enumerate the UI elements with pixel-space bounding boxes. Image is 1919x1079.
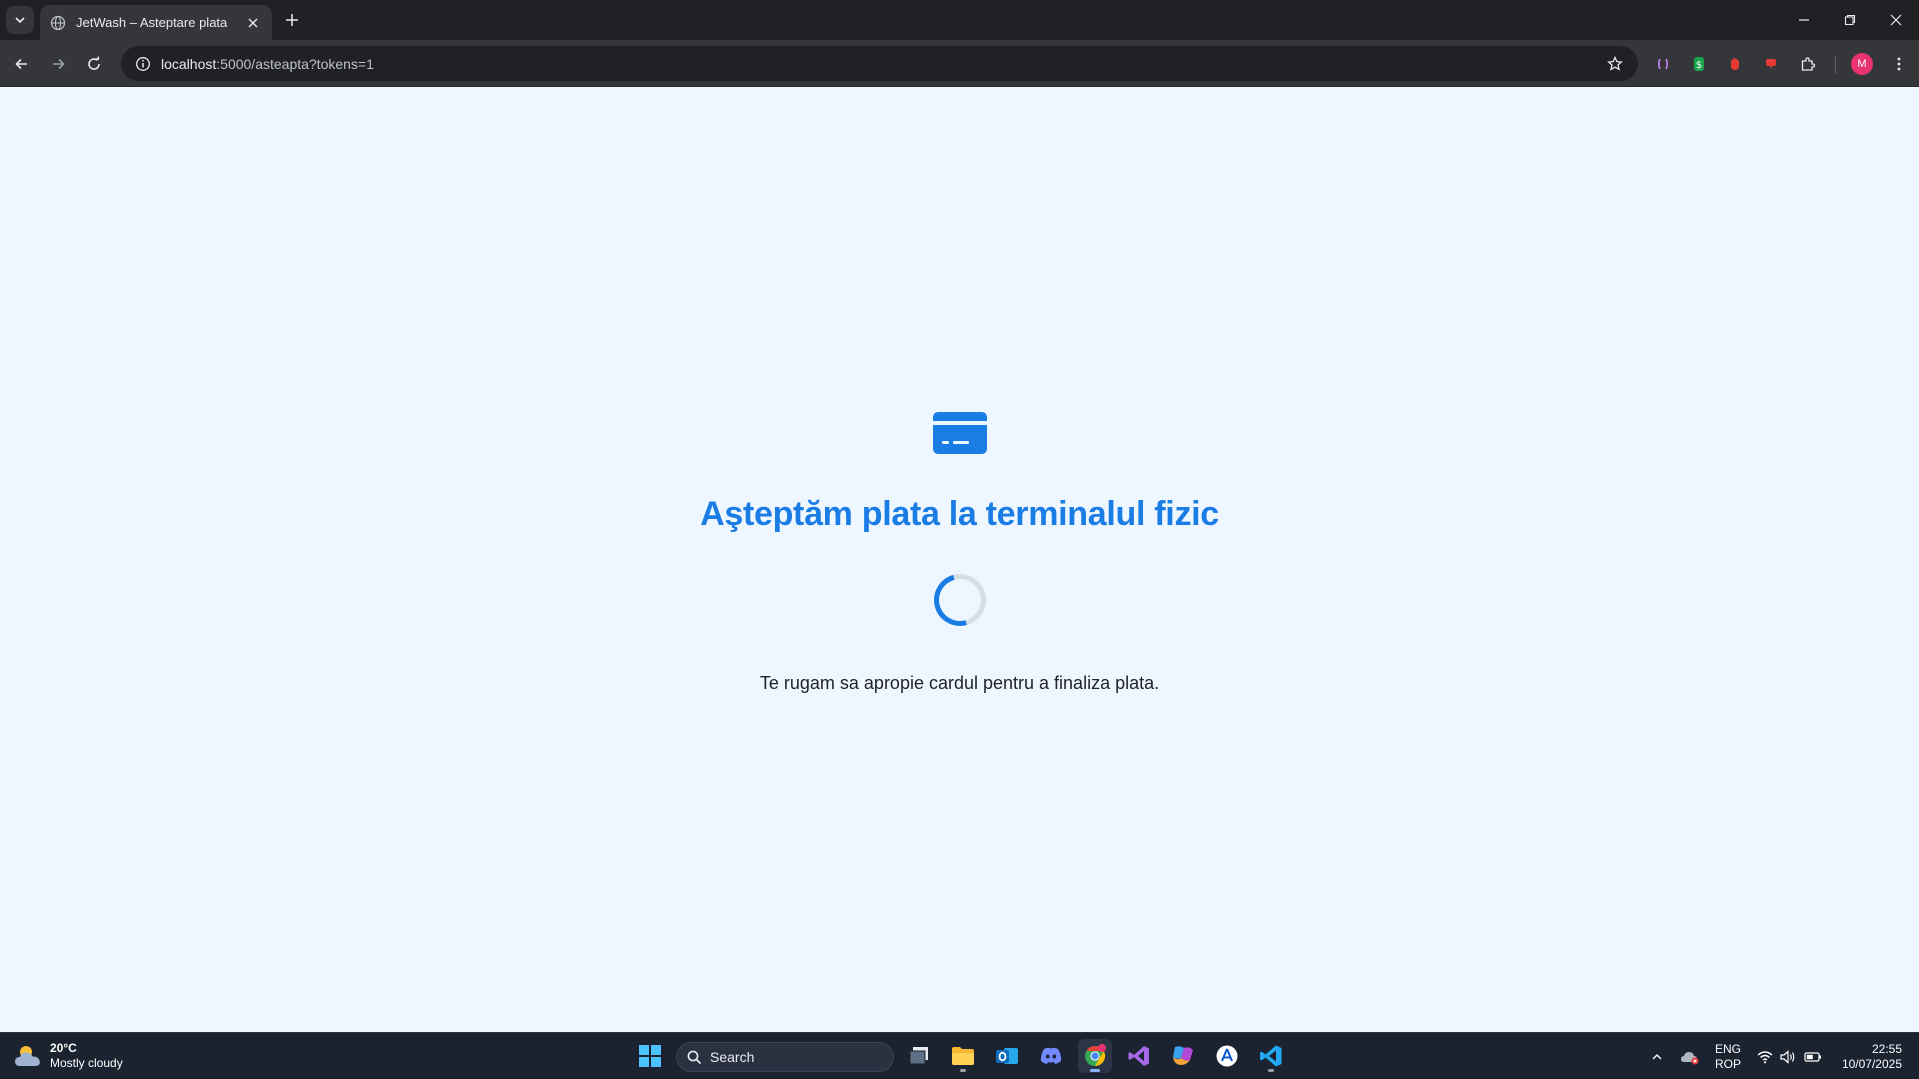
clock-time: 22:55	[1871, 1042, 1902, 1056]
volume-tray-button[interactable]	[1778, 1047, 1798, 1067]
microsoft-365-button[interactable]	[1166, 1039, 1200, 1073]
task-view-button[interactable]	[902, 1039, 936, 1073]
site-info-button[interactable]	[133, 54, 153, 74]
show-hidden-icons-button[interactable]	[1647, 1047, 1667, 1067]
close-window-button[interactable]	[1873, 0, 1919, 40]
toolbar-separator	[1835, 56, 1836, 74]
forward-button[interactable]	[44, 50, 72, 78]
vscode-button[interactable]	[1254, 1039, 1288, 1073]
back-button[interactable]	[8, 50, 36, 78]
discord-icon	[1040, 1047, 1062, 1064]
search-icon	[687, 1050, 702, 1064]
discord-button[interactable]	[1034, 1039, 1068, 1073]
visual-studio-button[interactable]	[1122, 1039, 1156, 1073]
start-button[interactable]	[633, 1039, 667, 1073]
browser-menu-button[interactable]	[1886, 51, 1912, 77]
outlook-icon	[996, 1048, 1018, 1064]
restore-icon	[1844, 14, 1856, 26]
app-running-indicator	[960, 1069, 966, 1072]
visual-studio-icon	[1128, 1046, 1149, 1066]
extension-youtube-button[interactable]	[1758, 51, 1784, 77]
language-code: ENG	[1715, 1042, 1742, 1056]
tab-close-button[interactable]	[244, 14, 262, 32]
windows-taskbar: 20°C Mostly cloudy Search ENG ROP 22:55 …	[0, 1032, 1919, 1079]
onedrive-tray-button[interactable]	[1680, 1047, 1700, 1067]
hand-icon	[1731, 58, 1739, 70]
page-heading: Aşteptăm plata la terminalul fizic	[700, 495, 1219, 533]
app-active-indicator	[1090, 1069, 1100, 1072]
clock-date: 10/07/2025	[1841, 1057, 1902, 1071]
star-icon	[1607, 55, 1623, 71]
globe-icon	[50, 15, 66, 30]
search-label: Search	[710, 1049, 755, 1065]
arrow-left-icon	[15, 58, 27, 70]
app-running-indicator	[1268, 1069, 1274, 1072]
battery-icon	[1804, 1052, 1821, 1062]
speaker-icon	[1780, 1050, 1795, 1064]
reload-icon	[88, 56, 100, 70]
browser-toolbar: localhost:5000/asteapta?tokens=1 $ M	[0, 40, 1919, 87]
taskbar-clock[interactable]: 22:55 10/07/2025	[1830, 1042, 1902, 1072]
extension-hand-button[interactable]	[1722, 51, 1748, 77]
puzzle-icon	[1801, 57, 1816, 71]
dollar-icon: $	[1694, 57, 1704, 71]
profile-avatar[interactable]: M	[1851, 53, 1873, 75]
close-icon	[248, 18, 258, 27]
close-icon	[1890, 14, 1902, 26]
bookmark-button[interactable]	[1604, 53, 1626, 75]
address-bar[interactable]: localhost:5000/asteapta?tokens=1	[121, 46, 1638, 81]
taskbar-search[interactable]: Search	[676, 1042, 894, 1072]
copilot-button[interactable]	[1210, 1039, 1244, 1073]
cloudy-weather-icon	[15, 1046, 40, 1066]
chevron-up-icon	[1652, 1054, 1662, 1060]
more-vertical-icon	[1897, 57, 1901, 71]
minimize-icon	[1799, 19, 1809, 21]
weather-description: Mostly cloudy	[50, 1056, 123, 1070]
page-content: Aşteptăm plata la terminalul fizic Te ru…	[0, 87, 1919, 1032]
chrome-icon	[1085, 1044, 1106, 1067]
plus-icon	[286, 14, 298, 26]
url-text: localhost:5000/asteapta?tokens=1	[161, 56, 1604, 72]
tab-title: JetWash – Asteptare plata	[76, 15, 228, 30]
microsoft-365-icon	[1173, 1046, 1193, 1065]
input-language-indicator[interactable]: ENG ROP	[1715, 1042, 1741, 1072]
weather-widget[interactable]: 20°C Mostly cloudy	[14, 1041, 123, 1071]
cloud-error-icon	[1681, 1052, 1699, 1065]
reload-button[interactable]	[80, 50, 108, 78]
keyboard-layout: ROP	[1715, 1057, 1742, 1071]
weather-temperature: 20°C	[50, 1041, 77, 1055]
windows-logo-icon	[639, 1045, 661, 1067]
loading-spinner	[924, 564, 996, 636]
chrome-button[interactable]	[1078, 1039, 1112, 1073]
extension-money-button[interactable]: $	[1686, 51, 1712, 77]
battery-tray-button[interactable]	[1803, 1047, 1823, 1067]
svg-text:$: $	[1696, 60, 1702, 71]
brackets-icon	[1657, 58, 1669, 70]
arrow-right-icon	[53, 58, 65, 70]
extensions-menu-button[interactable]	[1795, 51, 1821, 77]
minimize-button[interactable]	[1781, 0, 1827, 40]
info-icon	[136, 56, 150, 71]
task-view-icon	[909, 1047, 928, 1065]
tab-search-button[interactable]	[6, 6, 34, 34]
file-explorer-button[interactable]	[946, 1039, 980, 1073]
url-host: localhost	[161, 55, 217, 72]
pin-icon	[1766, 59, 1776, 69]
tab-strip: JetWash – Asteptare plata	[0, 0, 1919, 40]
wifi-icon	[1757, 1051, 1773, 1064]
browser-tab-active[interactable]: JetWash – Asteptare plata	[40, 5, 272, 40]
chevron-down-icon	[15, 17, 25, 24]
outlook-button[interactable]	[990, 1039, 1024, 1073]
extension-code-button[interactable]	[1650, 51, 1676, 77]
new-tab-button[interactable]	[280, 8, 304, 32]
wifi-tray-button[interactable]	[1755, 1047, 1775, 1067]
folder-icon	[952, 1047, 974, 1065]
credit-card-icon	[933, 412, 987, 454]
restore-button[interactable]	[1827, 0, 1873, 40]
app-store-icon	[1216, 1045, 1238, 1067]
vscode-icon	[1260, 1045, 1282, 1067]
payment-instructions: Te rugam sa apropie cardul pentru a fina…	[759, 673, 1160, 693]
url-path: :5000/asteapta?tokens=1	[216, 55, 374, 72]
